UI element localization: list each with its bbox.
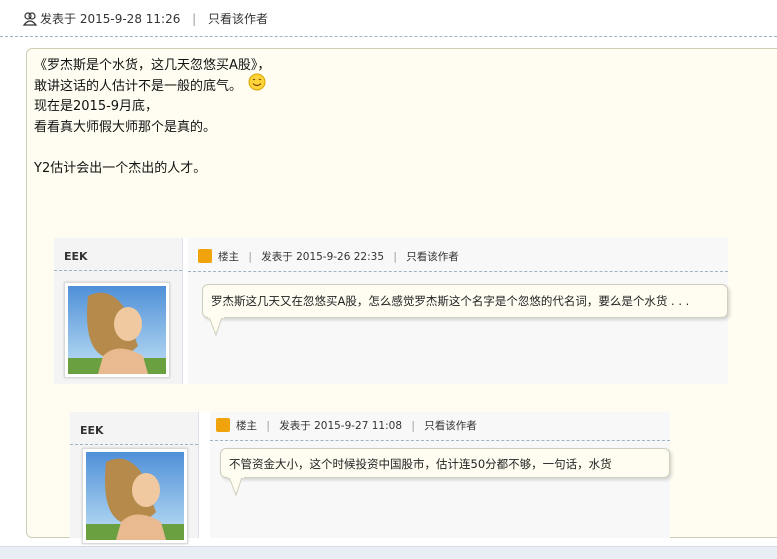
post-header: 发表于 2015-9-28 11:26 | 只看该作者 (0, 0, 777, 37)
louzhu-icon (198, 249, 212, 263)
reply-bubble: 不管资金大小，这个时候投资中国股市，估计连50分都不够，一句话，水货 (220, 448, 670, 478)
avatar[interactable] (82, 448, 188, 544)
only-author-link[interactable]: 只看该作者 (208, 12, 268, 26)
reply-bubble: 罗杰斯这几天又在忽悠买A股，怎么感觉罗杰斯这个名字是个忽悠的代名词，要么是个水货… (202, 284, 728, 318)
bubble-tail (208, 317, 224, 337)
meta-separator: | (393, 251, 397, 263)
author-name[interactable]: EEK (64, 250, 88, 263)
post-meta-prefix: 发表于 (40, 12, 77, 26)
embedded-post-1: EEK 楼主 | 发表于 2015-9-26 22:35 | 只看该作者 罗杰斯… (54, 238, 728, 384)
meta-prefix: 发表于 (279, 420, 311, 432)
only-author-link[interactable]: 只看该作者 (424, 420, 477, 432)
post-line: 现在是2015-9月底， (34, 99, 159, 115)
bottom-strip (0, 546, 777, 559)
meta-separator: | (192, 12, 197, 26)
meta-prefix: 发表于 (261, 251, 293, 263)
avatar[interactable] (64, 282, 170, 378)
author-sidebar: EEK (54, 238, 183, 384)
bubble-tail (228, 477, 244, 497)
reply-meta: 楼主 | 发表于 2015-9-26 22:35 | 只看该作者 (218, 249, 459, 264)
post-line: 看看真大师假大师那个是真的。 (34, 120, 217, 136)
reply-timestamp: 2015-9-27 11:08 (314, 420, 403, 432)
avatar-image (68, 286, 166, 374)
post-line: 《罗杰斯是个水货，这几天忽悠买A股》， (34, 58, 271, 73)
sidebar-divider (54, 270, 182, 271)
meta-separator: | (266, 420, 270, 432)
meta-separator: | (411, 420, 415, 432)
sidebar-divider (70, 444, 198, 445)
avatar-image (86, 452, 184, 540)
post-timestamp: 2015-9-28 11:26 (79, 12, 181, 26)
role-label: 楼主 (218, 251, 239, 263)
author-sidebar: EEK (70, 412, 199, 544)
reply-content: 不管资金大小，这个时候投资中国股市，估计连50分都不够，一句话，水货 (229, 457, 612, 471)
post-main: 楼主 | 发表于 2015-9-27 11:08 | 只看该作者 不管资金大小，… (210, 412, 670, 538)
main-divider (188, 271, 728, 272)
post-meta: 发表于 2015-9-28 11:26 | 只看该作者 (40, 10, 268, 27)
only-author-link[interactable]: 只看该作者 (406, 251, 459, 263)
post-line (34, 139, 270, 160)
user-icon (22, 12, 38, 26)
meta-separator: | (248, 251, 252, 263)
post-main: 楼主 | 发表于 2015-9-26 22:35 | 只看该作者 罗杰斯这几天又… (188, 238, 728, 384)
embedded-post-2: EEK 楼主 | 发表于 2015-9-27 11:08 | 只看该作者 不管资… (70, 412, 670, 544)
reply-timestamp: 2015-9-26 22:35 (296, 251, 385, 263)
post-line: Y2估计会出一个杰出的人才。 (34, 161, 207, 177)
reply-meta: 楼主 | 发表于 2015-9-27 11:08 | 只看该作者 (236, 418, 477, 433)
reply-content: 罗杰斯这几天又在忽悠买A股，怎么感觉罗杰斯这个名字是个忽悠的代名词，要么是个水货… (211, 294, 690, 308)
smiley-icon (248, 73, 266, 91)
louzhu-icon (216, 418, 230, 432)
author-name[interactable]: EEK (80, 424, 104, 437)
role-label: 楼主 (236, 420, 257, 432)
post-line: 敢讲这话的人估计不是一般的底气。 (34, 73, 270, 98)
post-body: 《罗杰斯是个水货，这几天忽悠买A股》， 敢讲这话的人估计不是一般的底气。 现在是… (34, 56, 270, 180)
main-divider (210, 440, 670, 441)
